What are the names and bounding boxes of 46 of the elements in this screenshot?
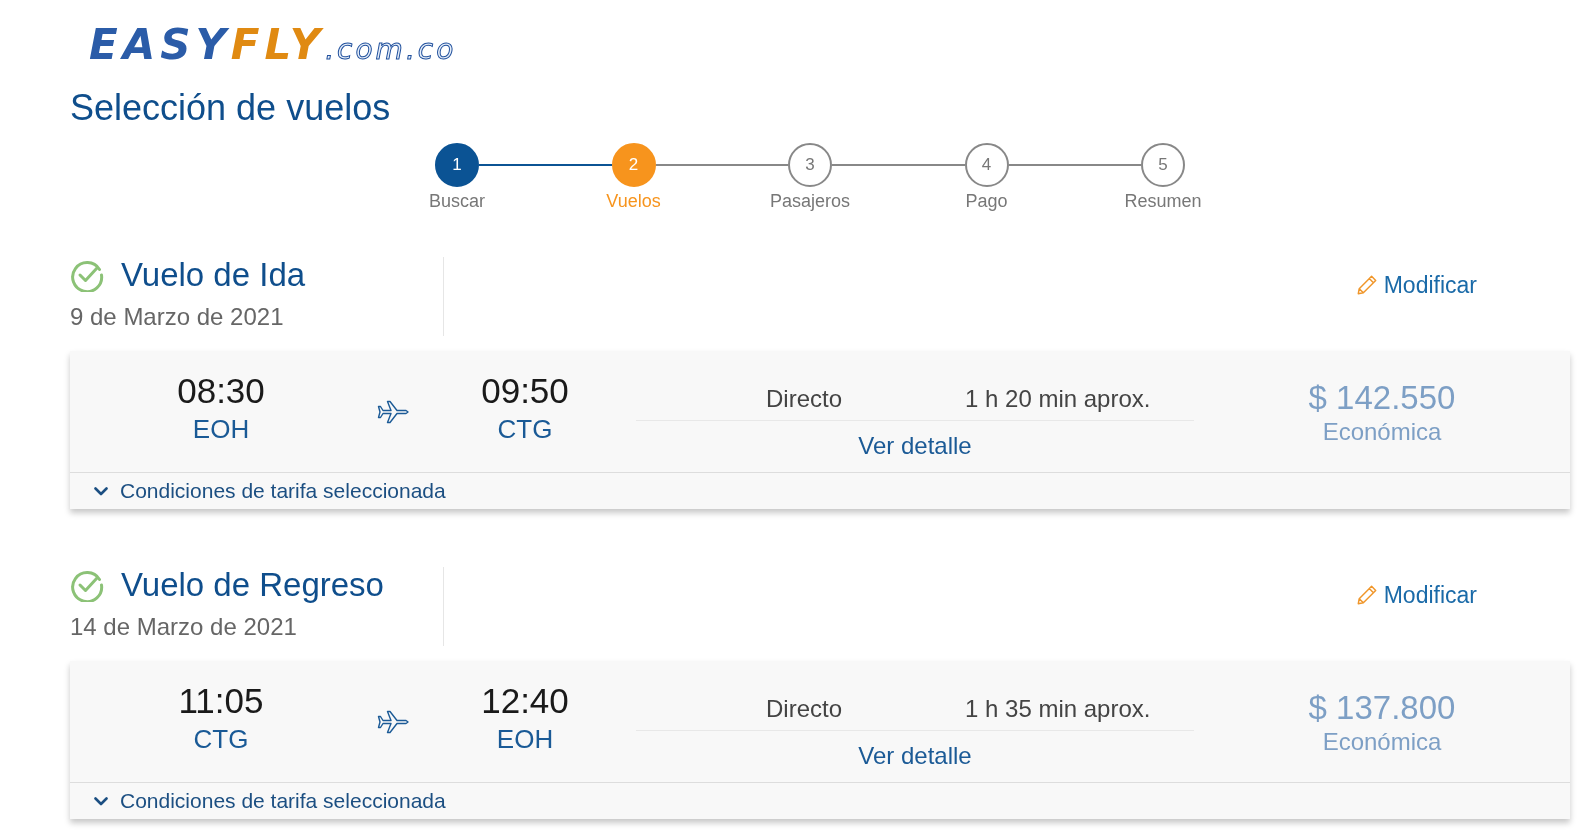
- price-text: $ 137.800: [1308, 689, 1456, 727]
- step-indicator: 5: [1141, 143, 1185, 187]
- flight-title: Vuelo de Ida: [121, 257, 306, 293]
- step-indicator: 1: [435, 143, 479, 187]
- arrival-time: 12:40: [481, 681, 569, 721]
- page-title: Selección de vuelos: [70, 88, 391, 128]
- chevron-down-icon: [94, 796, 108, 806]
- flight-date: 9 de Marzo de 2021: [70, 303, 284, 331]
- fare-class: Económica: [1322, 417, 1442, 447]
- fare-conditions-toggle[interactable]: Condiciones de tarifa seleccionada: [94, 479, 446, 503]
- pencil-icon: [1355, 584, 1378, 606]
- arrival-time: 09:50: [481, 371, 569, 411]
- step-label: Pago: [965, 190, 1008, 212]
- modify-link[interactable]: Modificar: [1355, 581, 1477, 609]
- check-circle-icon: [70, 258, 104, 292]
- airplane-icon: [377, 710, 409, 734]
- details-link[interactable]: Ver detalle: [858, 432, 972, 460]
- modify-link[interactable]: Modificar: [1355, 271, 1477, 299]
- step-label: Buscar: [429, 190, 485, 212]
- price-text: $ 142.550: [1308, 379, 1456, 417]
- fare-class: Económica: [1322, 727, 1442, 757]
- site-logo[interactable]: EASYFLY.com.co: [89, 24, 457, 66]
- duration-text: 1 h 35 min aprox.: [965, 695, 1151, 723]
- duration-text: 1 h 20 min aprox.: [965, 385, 1151, 413]
- departure-time: 11:05: [178, 681, 264, 721]
- step-indicator: 4: [964, 143, 1009, 187]
- step-label: Pasajeros: [770, 190, 851, 212]
- flight-date: 14 de Marzo de 2021: [70, 613, 297, 641]
- chevron-down-icon: [94, 486, 108, 496]
- origin-code: EOH: [192, 413, 250, 446]
- step-label: Resumen: [1124, 190, 1202, 212]
- step-indicator: 3: [788, 143, 832, 187]
- departure-time: 08:30: [177, 371, 265, 411]
- destination-code: CTG: [497, 413, 553, 446]
- origin-code: CTG: [193, 723, 249, 756]
- pencil-icon: [1355, 274, 1378, 296]
- airplane-icon: [377, 400, 409, 424]
- step-label: Vuelos: [606, 190, 661, 212]
- fare-conditions-toggle[interactable]: Condiciones de tarifa seleccionada: [94, 789, 446, 813]
- flight-title: Vuelo de Regreso: [121, 567, 384, 603]
- step-indicator: 2: [611, 143, 656, 187]
- destination-code: EOH: [496, 723, 554, 756]
- stops-text: Directo: [766, 385, 843, 413]
- details-link[interactable]: Ver detalle: [858, 742, 972, 770]
- stops-text: Directo: [766, 695, 843, 723]
- check-circle-icon: [70, 568, 104, 602]
